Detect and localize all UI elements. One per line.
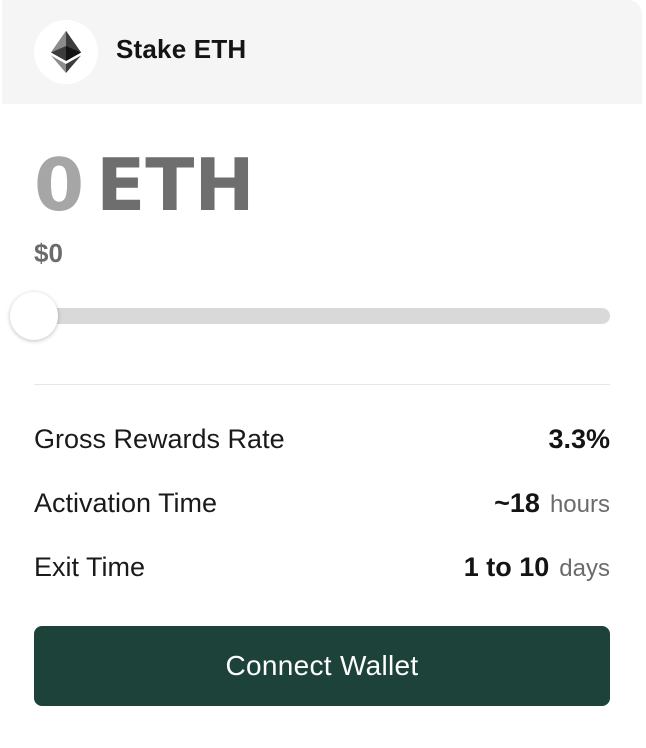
page-title: Stake ETH bbox=[116, 34, 247, 64]
stake-amount[interactable]: 0 ETH bbox=[34, 140, 255, 230]
stat-value-unit: days bbox=[559, 555, 610, 582]
stat-activation-time: Activation Time ~18 hours bbox=[34, 488, 610, 528]
card-header: Stake ETH bbox=[2, 0, 642, 104]
stake-card: Stake ETH 0 ETH $0 Gross Rewards Rate 3.… bbox=[0, 0, 642, 748]
divider bbox=[34, 384, 610, 385]
stat-value-number: 3.3% bbox=[548, 424, 610, 454]
amount-slider-thumb[interactable] bbox=[10, 292, 58, 340]
stat-value-unit: hours bbox=[549, 491, 610, 518]
amount-slider-track[interactable] bbox=[34, 308, 610, 324]
stat-label: Exit Time bbox=[34, 552, 146, 582]
stat-value: 1 to 10 days bbox=[464, 552, 610, 583]
usd-value: $0 bbox=[34, 238, 63, 268]
stat-value-number: 1 to 10 bbox=[463, 552, 550, 582]
stat-value: 3.3% bbox=[548, 424, 610, 455]
stat-exit-time: Exit Time 1 to 10 days bbox=[34, 552, 610, 592]
eth-logo bbox=[34, 20, 98, 84]
stat-value-number: ~18 bbox=[494, 488, 540, 518]
ethereum-icon bbox=[51, 31, 81, 73]
stat-gross-rewards-rate: Gross Rewards Rate 3.3% bbox=[34, 424, 610, 464]
stat-label: Gross Rewards Rate bbox=[34, 424, 285, 454]
amount-unit: ETH bbox=[96, 143, 255, 227]
stat-value: ~18 hours bbox=[494, 488, 610, 519]
stat-label: Activation Time bbox=[34, 488, 218, 518]
connect-wallet-button[interactable]: Connect Wallet bbox=[34, 626, 610, 706]
amount-value[interactable]: 0 bbox=[34, 149, 84, 221]
